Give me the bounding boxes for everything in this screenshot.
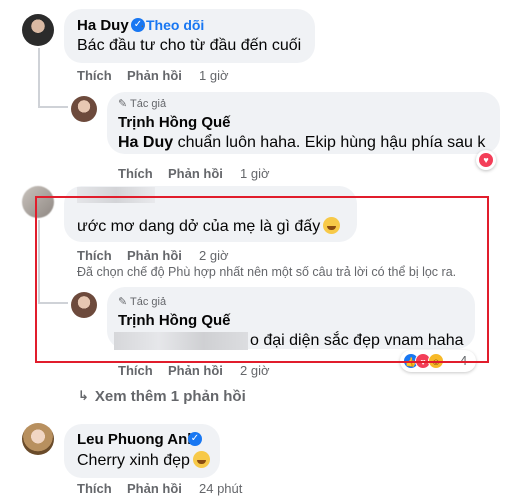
view-more-label: Xem thêm 1 phản hồi xyxy=(94,388,246,405)
comment-text: Bác đầu tư cho từ đầu đến cuối xyxy=(77,37,302,54)
pen-icon: ✎ xyxy=(118,98,128,110)
comment-time[interactable]: 24 phút xyxy=(199,481,242,496)
reply-arrow-icon: ↳ xyxy=(78,388,89,403)
follow-link[interactable]: Theo dõi xyxy=(146,17,204,33)
author-badge-label: Tác giả xyxy=(130,98,167,110)
view-more-replies[interactable]: ↳ Xem thêm 1 phản hồi xyxy=(78,388,246,405)
reply-button[interactable]: Phản hồi xyxy=(168,363,223,378)
like-button[interactable]: Thích xyxy=(77,68,112,83)
author-badge: ✎ Tác giả xyxy=(118,97,166,110)
reply-time[interactable]: 2 giờ xyxy=(240,363,270,378)
comment-time[interactable]: 1 giờ xyxy=(199,68,229,83)
like-button[interactable]: Thích xyxy=(118,166,153,181)
comment-author[interactable]: Ha Duy xyxy=(77,17,129,34)
reply-text-body: chuẩn luôn haha. Ekip hùng hậu phía sau … xyxy=(173,134,486,151)
comment-author[interactable]: Leu Phuong Anh xyxy=(77,431,196,448)
thread-line xyxy=(38,106,68,108)
reply-text: Ha Duy chuẩn luôn haha. Ekip hùng hậu ph… xyxy=(118,134,485,152)
avatar[interactable] xyxy=(71,96,97,122)
mention[interactable]: Ha Duy xyxy=(118,134,173,151)
thread-line xyxy=(38,48,40,108)
like-button[interactable]: Thích xyxy=(118,363,153,378)
reply-button[interactable]: Phản hồi xyxy=(127,68,182,83)
follow-label: Theo dõi xyxy=(146,17,205,33)
reply-author[interactable]: Trịnh Hồng Quế xyxy=(118,114,231,131)
reply-button[interactable]: Phản hồi xyxy=(127,481,182,496)
reply-button[interactable]: Phản hồi xyxy=(168,166,223,181)
avatar[interactable] xyxy=(22,423,54,455)
reply-time[interactable]: 1 giờ xyxy=(240,166,270,181)
heart-reaction-icon[interactable]: ♥ xyxy=(476,150,496,170)
verified-badge-icon: ✓ xyxy=(188,432,202,446)
comment-text-body: Cherry xinh đẹp xyxy=(77,452,190,469)
avatar[interactable] xyxy=(22,14,54,46)
emoji-icon xyxy=(192,451,210,468)
like-button[interactable]: Thích xyxy=(77,481,112,496)
comment-text: Cherry xinh đẹp xyxy=(77,451,210,470)
highlight-box xyxy=(35,196,489,363)
separator-dot: · xyxy=(140,17,145,33)
